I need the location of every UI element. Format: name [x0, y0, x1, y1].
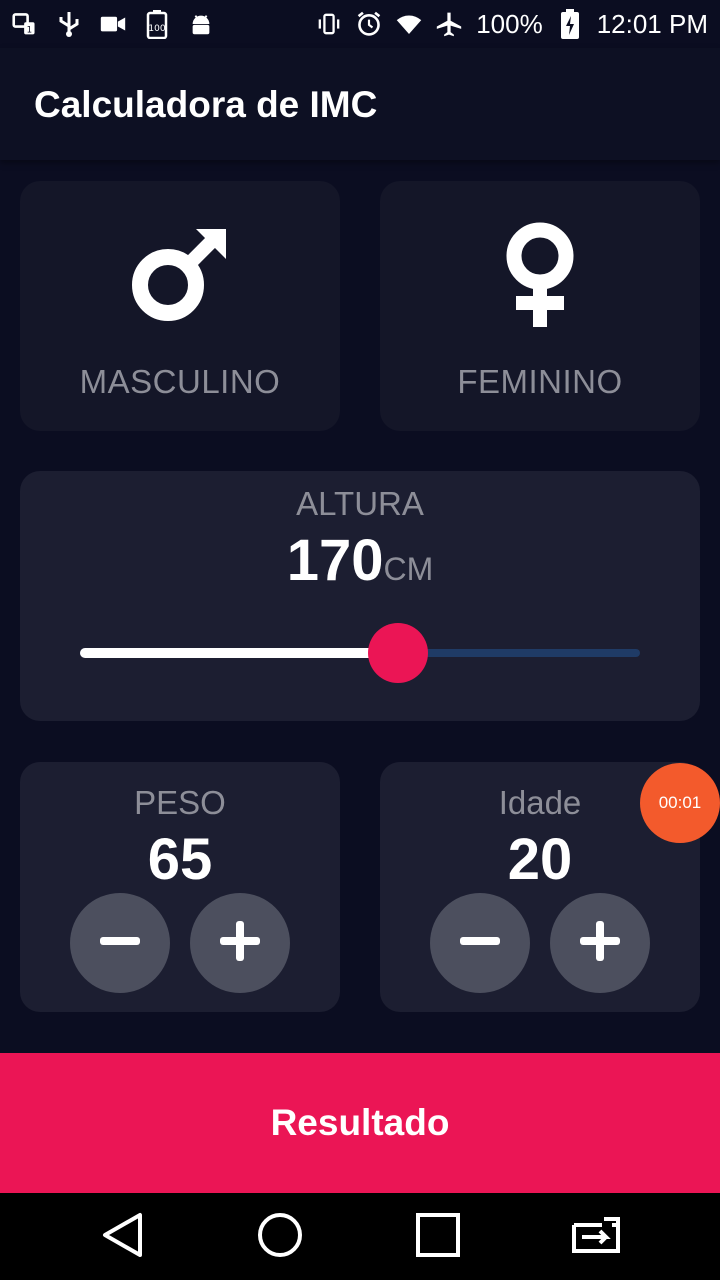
home-button[interactable] [254, 1211, 306, 1263]
video-icon [100, 11, 126, 37]
switch-app-icon [568, 1215, 624, 1260]
android-icon [188, 11, 214, 37]
age-value: 20 [507, 827, 573, 892]
female-symbol-icon [500, 221, 580, 336]
battery-100-icon: 100 [144, 10, 170, 39]
male-label: MASCULINO [79, 363, 281, 400]
battery-charging-icon [557, 9, 583, 39]
back-button[interactable] [96, 1211, 148, 1263]
minus-icon [458, 919, 502, 968]
height-value-row: 170CM [20, 527, 700, 594]
app-bar: Calculadora de IMC [0, 48, 720, 160]
airplane-icon [436, 11, 462, 37]
height-slider-thumb[interactable] [367, 623, 428, 683]
result-button-label: Resultado [270, 1102, 450, 1143]
status-time: 12:01 PM [596, 8, 708, 39]
recents-button[interactable] [412, 1211, 464, 1263]
usb-icon [56, 11, 82, 37]
female-card[interactable]: FEMININO [380, 181, 700, 431]
plus-icon [218, 919, 262, 968]
result-button[interactable]: Resultado [0, 1053, 720, 1193]
alarm-icon [356, 11, 382, 37]
slider-track-active [80, 648, 398, 658]
age-decrement-button[interactable] [430, 893, 530, 993]
height-label: ALTURA [296, 485, 424, 522]
plus-icon [578, 919, 622, 968]
height-card: ALTURA 170CM [20, 471, 700, 721]
notification-icon: 1 [12, 11, 38, 37]
svg-text:100: 100 [148, 24, 165, 34]
vibrate-icon [316, 11, 342, 37]
home-icon [256, 1211, 304, 1264]
status-right-icons: 100% 12:01 PM [316, 9, 708, 40]
status-left-icons: 1 100 [12, 10, 214, 39]
battery-percentage: 100% [476, 8, 543, 39]
status-bar: 1 100 100% 12:01 PM [0, 0, 720, 48]
recents-icon [414, 1211, 462, 1264]
male-symbol-icon [130, 225, 230, 330]
female-label: FEMININO [457, 363, 623, 400]
switch-app-button[interactable] [570, 1211, 622, 1263]
weight-label: PESO [134, 784, 226, 821]
back-icon [100, 1211, 144, 1264]
weight-card: PESO 65 [20, 762, 340, 1012]
system-nav-bar [0, 1193, 720, 1280]
weight-increment-button[interactable] [190, 893, 290, 993]
male-card[interactable]: MASCULINO [20, 181, 340, 431]
height-unit: CM [383, 551, 434, 587]
page-title: Calculadora de IMC [34, 84, 378, 125]
minus-icon [98, 919, 142, 968]
age-increment-button[interactable] [550, 893, 650, 993]
weight-decrement-button[interactable] [70, 893, 170, 993]
weight-value: 65 [147, 827, 213, 892]
svg-text:1: 1 [27, 26, 33, 36]
recording-timer-badge[interactable]: 00:01 [640, 763, 720, 843]
wifi-icon [396, 11, 422, 37]
height-value: 170 [286, 528, 384, 593]
